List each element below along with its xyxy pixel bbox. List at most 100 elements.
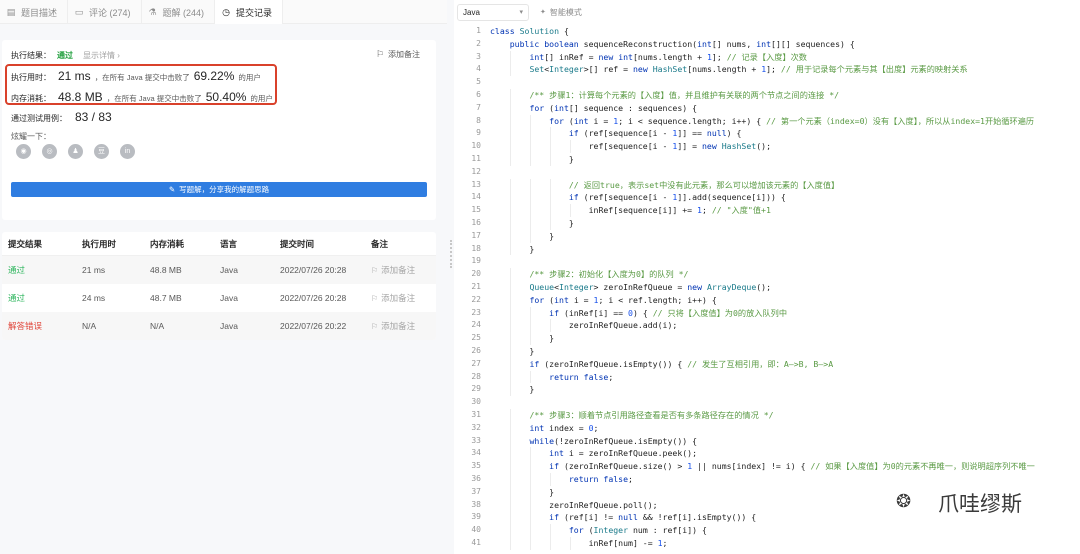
line-number: 34 (471, 448, 481, 458)
header-note: 备注 (371, 238, 389, 249)
result-card: 执行结果： 通过 显示详情 › ⚐ 添加备注 执行用时： 21 ms ，在所有 J… (2, 40, 436, 220)
qq-icon[interactable]: ♟ (68, 144, 83, 159)
show-details-link[interactable]: 显示详情 › (83, 50, 120, 61)
code-line[interactable]: /** 步骤1：计算每个元素的【入度】值，并且维护有关联的两个节点之间的连接 *… (490, 89, 839, 102)
row-status[interactable]: 解答错误 (2, 320, 82, 332)
table-row[interactable]: 通过 24 ms 48.7 MB Java 2022/07/26 20:28 ⚐… (2, 284, 436, 312)
code-line[interactable]: public boolean sequenceReconstruction(in… (490, 38, 855, 51)
code-line[interactable]: Set<Integer>[] ref = new HashSet[nums.le… (490, 63, 967, 76)
smart-mode-icon: ✦ (540, 9, 546, 16)
line-number: 25 (471, 333, 481, 343)
indent-guide (510, 370, 511, 384)
code-line[interactable]: inRef[sequence[i]] += 1; // "入度"值+1 (490, 204, 771, 217)
row-add-note[interactable]: ⚐ 添加备注 (371, 320, 436, 332)
indent-guide (510, 229, 511, 243)
weibo-icon[interactable]: ◎ (42, 144, 57, 159)
code-line[interactable]: if (zeroInRefQueue.size() > 1 || nums[in… (490, 460, 1035, 473)
header-language: 语言 (220, 238, 238, 249)
code-line[interactable]: } (490, 486, 554, 499)
code-line[interactable]: int i = zeroInRefQueue.peek(); (490, 447, 697, 460)
smart-mode-toggle[interactable]: ✦ 智能模式 (540, 7, 582, 18)
code-line[interactable]: for (int[] sequence : sequences) { (490, 102, 697, 115)
code-line[interactable]: } (490, 345, 534, 358)
code-line[interactable]: class Solution { (490, 25, 569, 38)
code-area[interactable]: 1 class Solution {2 public boolean sequen… (454, 24, 1080, 554)
indent-guide (530, 217, 531, 230)
wechat-icon[interactable]: ◉ (16, 144, 31, 159)
code-line[interactable]: } (490, 383, 534, 396)
code-line[interactable]: if (inRef[i] == 0) { // 只将【入度值】为0的放入队列中 (490, 307, 787, 320)
code-line[interactable]: if (ref[sequence[i - 1]] == null) { (490, 127, 742, 140)
code-line[interactable]: } (490, 243, 534, 256)
watermark-text: 爪哇缪斯 (938, 492, 1022, 516)
tab-solutions[interactable]: ⚗ 题解 (244) (142, 0, 216, 24)
table-row[interactable]: 解答错误 N/A N/A Java 2022/07/26 20:22 ⚐ 添加备注 (2, 312, 436, 340)
indent-guide (530, 370, 531, 384)
code-line[interactable]: while(!zeroInRefQueue.isEmpty()) { (490, 435, 697, 448)
indent-guide (510, 127, 511, 141)
row-status[interactable]: 通过 (2, 292, 82, 304)
indent-guide (530, 191, 531, 205)
indent-guide (510, 319, 511, 333)
indent-guide (550, 524, 551, 537)
code-line[interactable]: int[] inRef = new int[nums.length + 1]; … (490, 51, 807, 64)
row-status[interactable]: 通过 (2, 264, 82, 276)
code-line[interactable]: } (490, 332, 554, 345)
resize-handle[interactable] (450, 240, 452, 268)
wechat-logo-icon: ❂ (896, 491, 912, 512)
douban-icon[interactable]: 豆 (94, 144, 109, 159)
row-add-note[interactable]: ⚐ 添加备注 (371, 292, 436, 304)
indent-guide (550, 217, 551, 230)
result-status: 通过 (57, 51, 73, 60)
tab-description[interactable]: ▤ 题目描述 (0, 0, 69, 24)
row-note-label: 添加备注 (381, 265, 416, 275)
code-line[interactable]: ref[sequence[i - 1]] = new HashSet(); (490, 140, 771, 153)
table-header: 提交结果 执行用时 内存消耗 语言 提交时间 备注 (2, 232, 436, 256)
indent-guide (510, 473, 511, 486)
runtime-stat: 执行用时： 21 ms ，在所有 Java 提交中击败了 69.22% 的用户 (11, 69, 261, 83)
line-number: 22 (471, 294, 481, 304)
indent-guide (510, 511, 511, 525)
memory-desc: ，在所有 Java 提交中击败了 (106, 94, 202, 103)
code-line[interactable]: return false; (490, 473, 633, 486)
code-line[interactable]: int index = 0; (490, 422, 598, 435)
code-line[interactable]: } (490, 230, 554, 243)
runtime-percent: 69.22% (193, 69, 235, 83)
code-line[interactable]: if (ref[sequence[i - 1]].add(sequence[i]… (490, 191, 786, 204)
line-number: 32 (471, 422, 481, 432)
indent-guide (530, 537, 531, 550)
code-line[interactable]: for (int i = 1; i < sequence.length; i++… (490, 115, 1034, 128)
language-value: Java (463, 7, 480, 17)
code-line[interactable]: zeroInRefQueue.add(i); (490, 319, 677, 332)
memory-value: 48.8 MB (58, 90, 103, 104)
add-note-button[interactable]: ⚐ 添加备注 (376, 49, 420, 60)
language-select[interactable]: Java ▾ (457, 3, 529, 21)
row-add-note[interactable]: ⚐ 添加备注 (371, 264, 436, 276)
header-status: 提交结果 (8, 238, 43, 249)
line-number: 29 (471, 384, 481, 394)
code-line[interactable]: for (Integer num : ref[i]) { (490, 524, 707, 537)
code-line[interactable]: Queue<Integer> zeroInRefQueue = new Arra… (490, 281, 771, 294)
tab-comments[interactable]: ▭ 评论 (274) (68, 0, 142, 24)
code-line[interactable]: /** 步骤3：顺着节点引用路径查看是否有多条路径存在的情况 */ (490, 409, 773, 422)
line-number: 33 (471, 435, 481, 445)
code-line[interactable]: } (490, 217, 574, 230)
code-line[interactable]: zeroInRefQueue.poll(); (490, 499, 657, 512)
write-solution-label: 写题解，分享我的解题思路 (179, 185, 270, 194)
code-line[interactable]: for (int i = 1; i < ref.length; i++) { (490, 294, 716, 307)
indent-guide (530, 114, 531, 128)
code-line[interactable]: /** 步骤2：初始化【入度为0】的队列 */ (490, 268, 688, 281)
code-line[interactable]: inRef[num] -= 1; (490, 537, 668, 550)
chevron-down-icon: ▾ (519, 9, 523, 16)
panel-divider[interactable] (447, 0, 454, 554)
indent-guide (510, 140, 511, 153)
code-line[interactable]: // 返回true，表示set中没有此元素，那么可以增加该元素的【入度值】 (490, 179, 839, 192)
code-line[interactable]: } (490, 153, 574, 166)
code-line[interactable]: return false; (490, 371, 613, 384)
tab-submissions[interactable]: ◷ 提交记录 (215, 0, 284, 24)
code-line[interactable]: if (zeroInRefQueue.isEmpty()) { // 发生了互相… (490, 358, 833, 371)
table-row[interactable]: 通过 21 ms 48.8 MB Java 2022/07/26 20:28 ⚐… (2, 256, 436, 284)
linkedin-icon[interactable]: in (120, 144, 135, 159)
row-memory: 48.8 MB (150, 265, 182, 275)
write-solution-button[interactable]: ✎ 写题解，分享我的解题思路 (11, 182, 427, 197)
